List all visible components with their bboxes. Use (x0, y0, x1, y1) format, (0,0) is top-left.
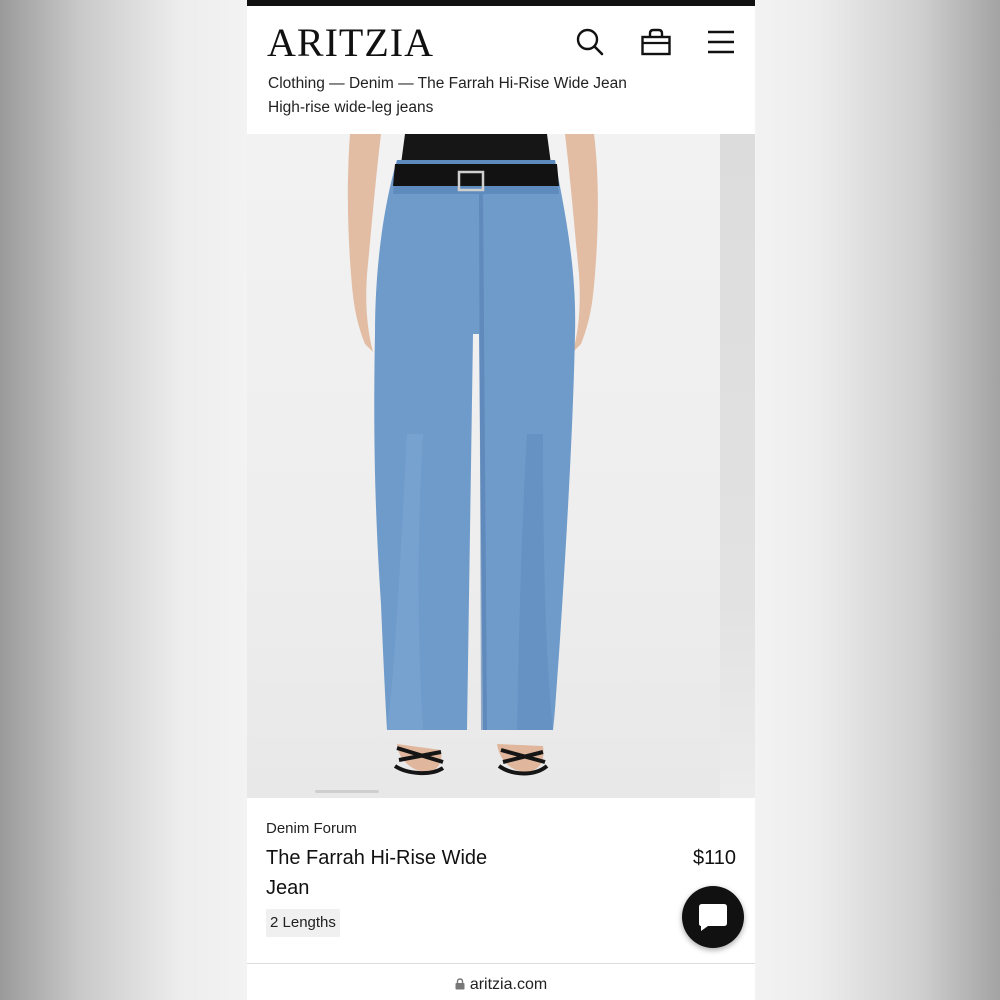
site-header: ARITZIA Clothing — Denim — The Farrah Hi… (247, 6, 755, 134)
product-subtitle: High-rise wide-leg jeans (268, 99, 434, 116)
search-icon[interactable] (572, 24, 608, 60)
breadcrumb[interactable]: Clothing — Denim — The Farrah Hi-Rise Wi… (268, 72, 627, 96)
product-image[interactable] (247, 134, 720, 798)
product-price: $110 (692, 847, 736, 869)
carousel-scroll-indicator (315, 790, 379, 793)
bag-icon[interactable] (638, 24, 674, 60)
chat-button[interactable] (682, 886, 744, 948)
menu-icon[interactable] (703, 24, 739, 60)
product-image-carousel[interactable] (247, 134, 755, 798)
product-info: Denim Forum The Farrah Hi-Rise Wide Jean… (247, 798, 755, 964)
lengths-badge: 2 Lengths (266, 909, 340, 937)
phone-screen: ARITZIA Clothing — Denim — The Farrah Hi… (247, 0, 755, 1000)
chat-bubble-icon (699, 904, 727, 931)
lock-icon (455, 977, 465, 995)
jeans-photo (347, 134, 598, 776)
url-text[interactable]: aritzia.com (470, 976, 547, 993)
logo[interactable]: ARITZIA (267, 22, 434, 64)
product-name[interactable]: The Farrah Hi-Rise Wide Jean (266, 843, 516, 903)
browser-url-bar[interactable]: aritzia.com (247, 963, 755, 1000)
next-image-peek[interactable] (720, 134, 755, 798)
product-brand: Denim Forum (266, 820, 357, 837)
